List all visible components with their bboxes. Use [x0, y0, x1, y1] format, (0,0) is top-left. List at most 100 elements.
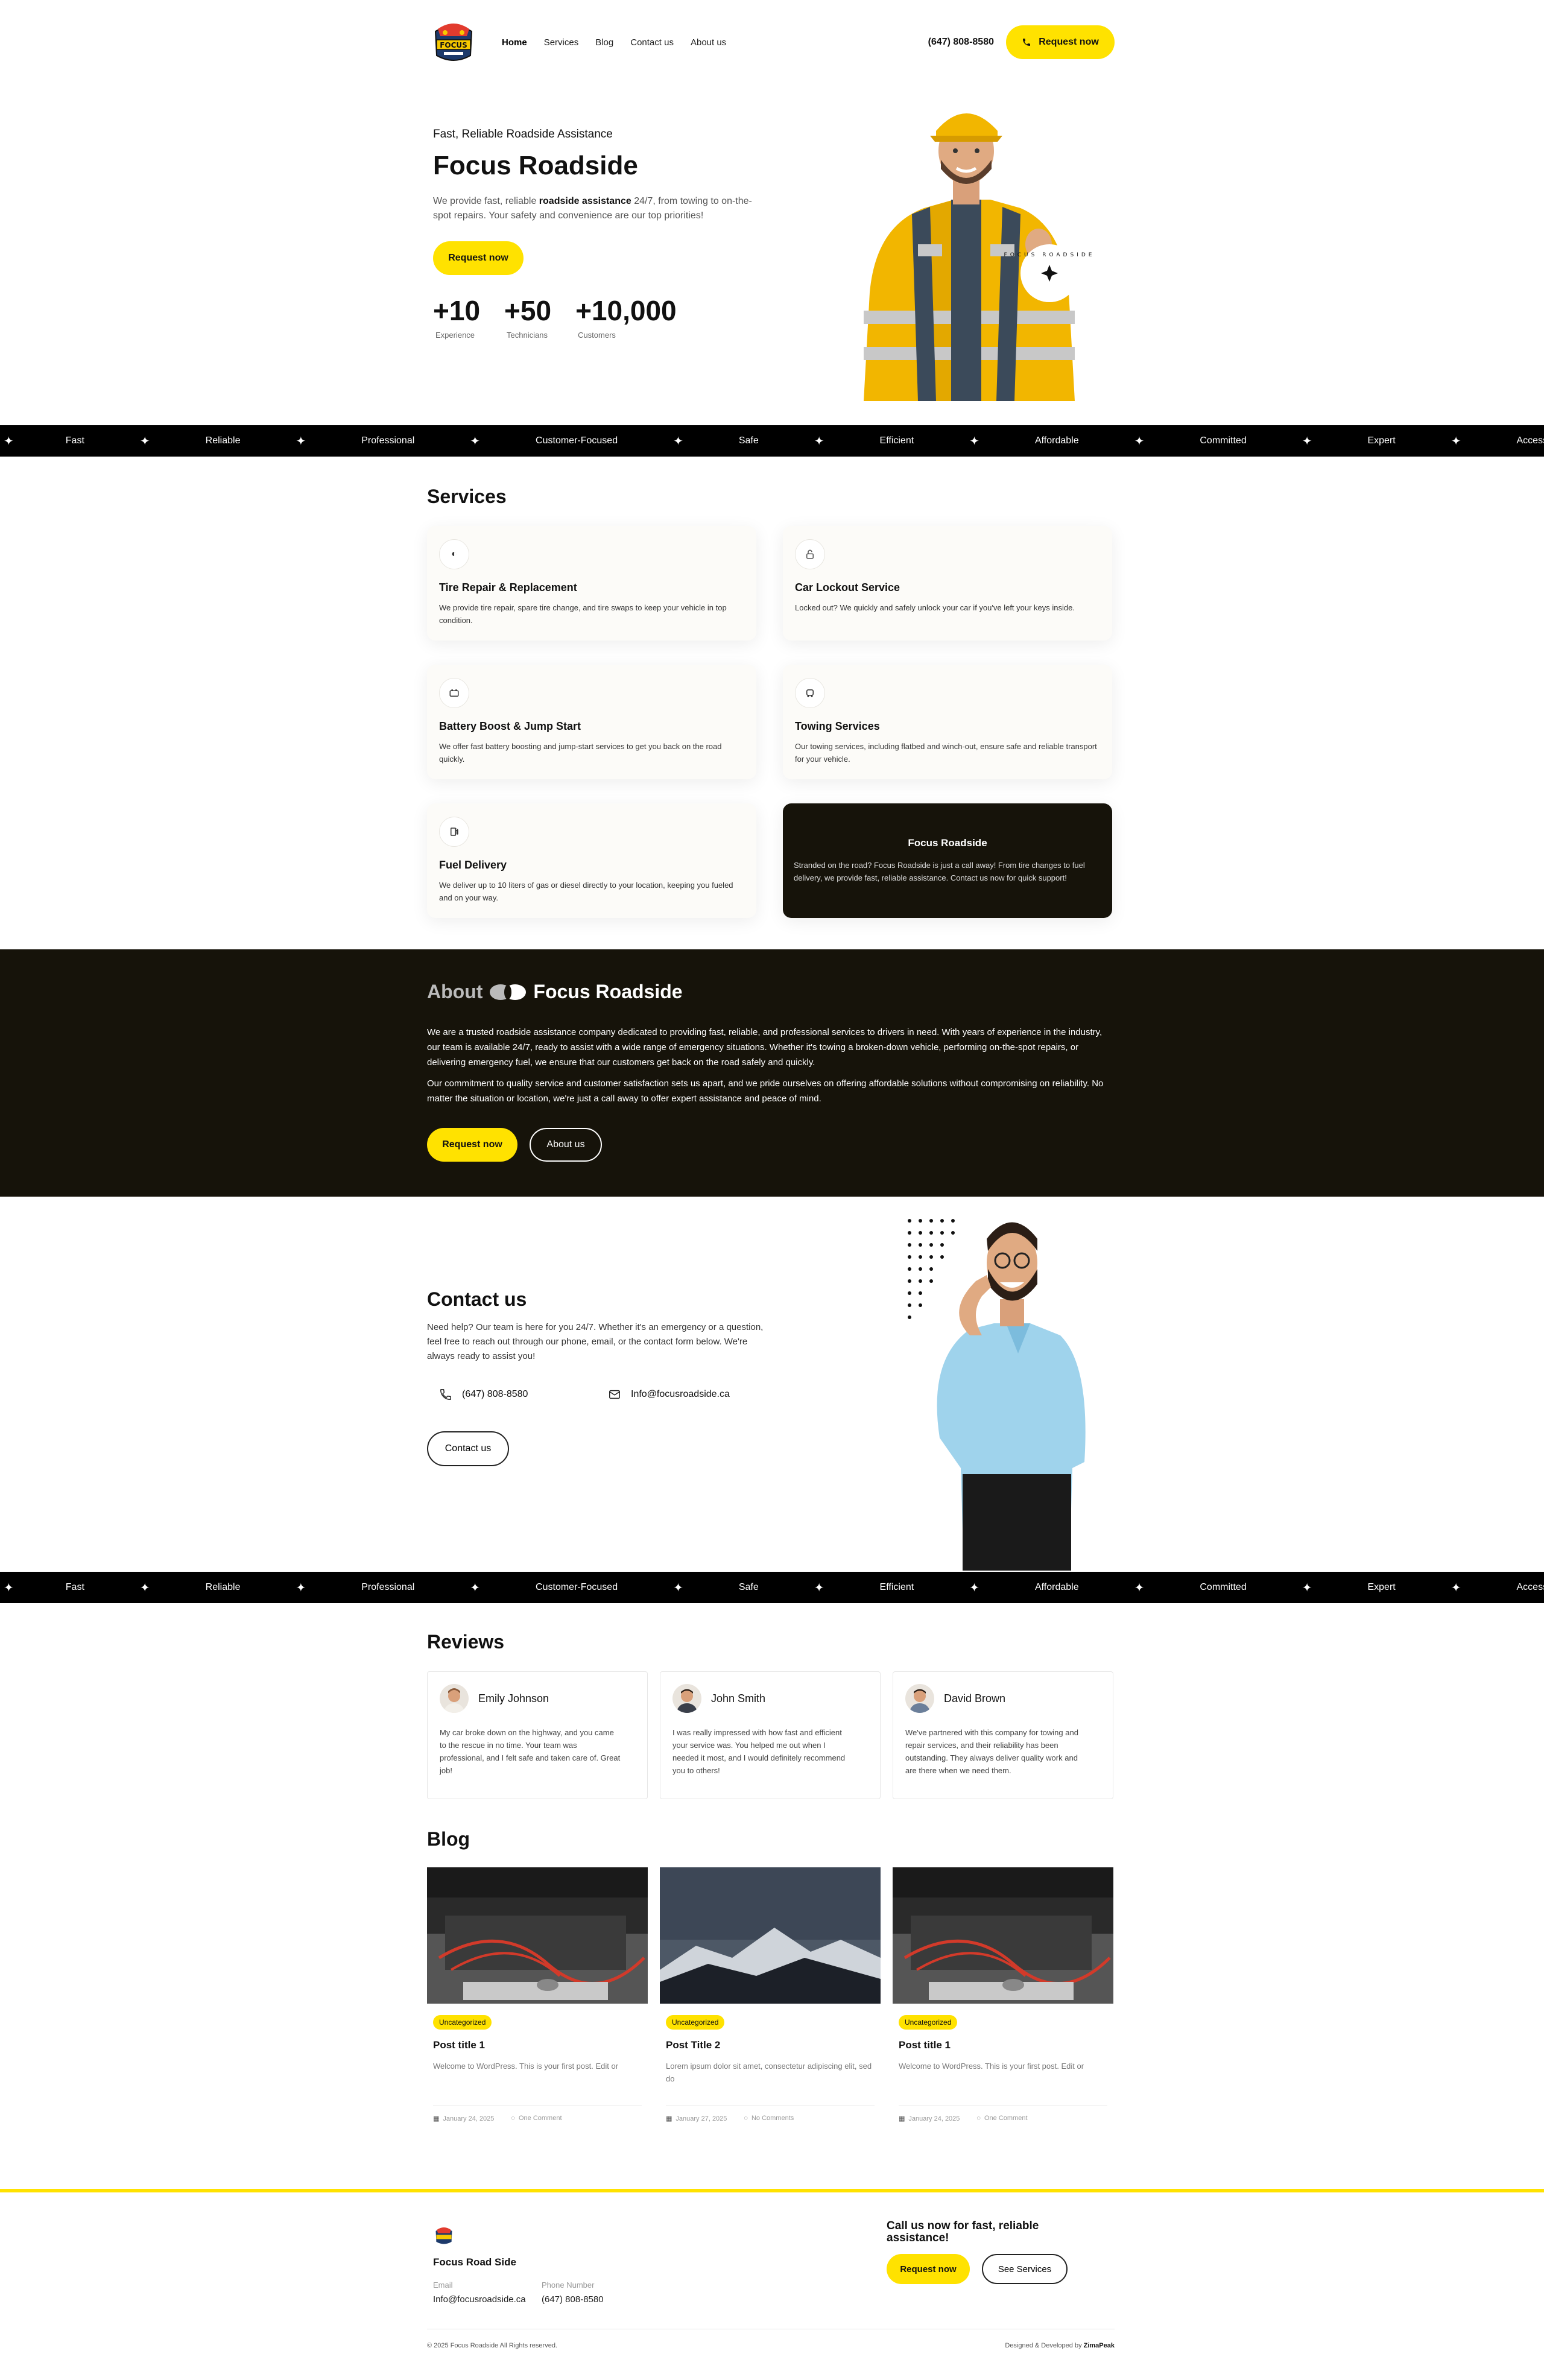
- post-excerpt: Welcome to WordPress. This is your first…: [899, 2062, 1084, 2071]
- service-card-battery[interactable]: Battery Boost & Jump Start We offer fast…: [427, 665, 756, 779]
- footer-services-button[interactable]: See Services: [982, 2254, 1068, 2284]
- sparkle-icon: ✦: [1451, 1581, 1461, 1595]
- contact-email[interactable]: Info@focusroadside.ca: [596, 1388, 765, 1401]
- ticker-item: Customer-Focused: [536, 435, 618, 446]
- tire-icon: ◐: [439, 539, 469, 569]
- about-us-button[interactable]: About us: [530, 1128, 602, 1162]
- header-request-button[interactable]: Request now: [1006, 25, 1115, 59]
- highlight-description: Stranded on the road? Focus Roadside is …: [794, 861, 1085, 882]
- nav-contact[interactable]: Contact us: [630, 37, 674, 48]
- contact-phone[interactable]: (647) 808-8580: [427, 1388, 596, 1401]
- nav-services[interactable]: Services: [544, 37, 579, 48]
- ticker-item: Efficient: [879, 435, 914, 446]
- hero-stats: +10 Experience +50 Technicians +10,000 C…: [433, 294, 771, 340]
- about-paragraph: We are a trusted roadside assistance com…: [427, 1027, 1103, 1068]
- blog-post-card[interactable]: Uncategorized Post Title 2 Lorem ipsum d…: [660, 1867, 881, 2122]
- services-title: Services: [427, 486, 507, 507]
- about-title-prefix: About: [427, 981, 483, 1002]
- footer-request-button[interactable]: Request now: [887, 2254, 970, 2284]
- stat-value: +50: [504, 295, 552, 326]
- hero-section: Fast, Reliable Roadside Assistance Focus…: [0, 84, 1544, 425]
- post-title[interactable]: Post title 1: [899, 2039, 1107, 2051]
- focus-logo[interactable]: [433, 2225, 455, 2247]
- credit-link[interactable]: ZimaPeak: [1084, 2342, 1115, 2349]
- ticker-item: Affordable: [1034, 1582, 1079, 1592]
- sparkle-icon: ✦: [139, 434, 150, 448]
- avatar: [672, 1684, 701, 1713]
- category-badge[interactable]: Uncategorized: [433, 2015, 492, 2030]
- sparkle-icon: ✦: [673, 1581, 683, 1595]
- post-date: ▦ January 27, 2025: [666, 2115, 727, 2122]
- category-badge[interactable]: Uncategorized: [899, 2015, 958, 2030]
- sparkle-icon: ✦: [4, 1581, 14, 1595]
- footer-email-value[interactable]: Info@focusroadside.ca: [433, 2294, 526, 2305]
- post-image-engine[interactable]: [427, 1867, 648, 2004]
- service-description: We offer fast battery boosting and jump-…: [439, 742, 722, 764]
- service-name: Car Lockout Service: [795, 581, 900, 593]
- service-highlight-card: Focus Roadside Stranded on the road? Foc…: [783, 803, 1112, 918]
- footer-phone-label: Phone Number: [542, 2280, 595, 2290]
- ticker-item: Expert: [1367, 435, 1396, 446]
- focus-logo[interactable]: FOCUS: [429, 18, 478, 66]
- hero-request-button[interactable]: Request now: [433, 241, 524, 275]
- ticker-item: Customer-Focused: [536, 1582, 618, 1592]
- service-card-lockout[interactable]: Car Lockout Service Locked out? We quick…: [783, 526, 1112, 641]
- sparkle-icon: ✦: [814, 1581, 824, 1595]
- service-card-tire[interactable]: ◐ Tire Repair & Replacement We provide t…: [427, 526, 756, 641]
- post-image-engine[interactable]: [893, 1867, 1113, 2004]
- contact-us-button[interactable]: Contact us: [427, 1431, 509, 1466]
- nav-about[interactable]: About us: [691, 37, 726, 48]
- hero-title: Focus Roadside: [433, 151, 638, 180]
- service-card-fuel[interactable]: Fuel Delivery We deliver up to 10 liters…: [427, 803, 756, 918]
- about-title-main: Focus Roadside: [533, 981, 683, 1002]
- ticker-item: Reliable: [205, 1582, 241, 1592]
- reviewer-name: John Smith: [711, 1692, 766, 1704]
- sparkle-icon: ✦: [296, 434, 306, 448]
- avatar: [905, 1684, 934, 1713]
- post-comments[interactable]: ◌ One Comment: [976, 2115, 1027, 2122]
- footer-phone-value[interactable]: (647) 808-8580: [542, 2294, 604, 2305]
- blog-post-card[interactable]: Uncategorized Post title 1 Welcome to Wo…: [893, 1867, 1113, 2122]
- highlight-title: Focus Roadside: [908, 837, 987, 849]
- nav-home[interactable]: Home: [502, 37, 527, 48]
- review-card: Emily Johnson My car broke down on the h…: [427, 1671, 648, 1799]
- footer-cta-title: Call us now for fast, reliable assistanc…: [887, 2220, 1039, 2244]
- post-date: ▦ January 24, 2025: [433, 2115, 495, 2122]
- service-card-towing[interactable]: Towing Services Our towing services, inc…: [783, 665, 1112, 779]
- phone-icon: [440, 1389, 451, 1400]
- svg-text:FOCUS ROADSIDE: FOCUS ROADSIDE: [1004, 252, 1093, 258]
- post-title[interactable]: Post Title 2: [666, 2039, 875, 2051]
- blog-section: Blog Uncategorized Post title 1 Welcome …: [0, 1799, 1544, 2189]
- category-badge[interactable]: Uncategorized: [666, 2015, 725, 2030]
- post-image-mountains[interactable]: [660, 1867, 881, 2004]
- svg-text:FOCUS: FOCUS: [440, 41, 467, 49]
- post-comments[interactable]: ◌ No Comments: [744, 2115, 794, 2122]
- stat-technicians: +50 Technicians: [504, 294, 551, 340]
- sparkle-icon: ✦: [4, 434, 14, 448]
- sparkle-icon: ✦: [969, 1581, 979, 1595]
- about-section: About Focus Roadside We are a trusted ro…: [0, 949, 1544, 1197]
- comment-icon: ◌: [976, 2115, 981, 2122]
- post-excerpt: Lorem ipsum dolor sit amet, consectetur …: [666, 2062, 872, 2083]
- header-phone[interactable]: (647) 808-8580: [928, 37, 994, 48]
- ticker-item: Professional: [361, 435, 415, 446]
- ticker-item: Fast: [65, 1582, 84, 1592]
- nav-blog[interactable]: Blog: [595, 37, 613, 48]
- ticker-item: Committed: [1200, 1582, 1247, 1592]
- footer-email: Email Info@focusroadside.ca: [433, 2280, 526, 2305]
- post-comments[interactable]: ◌ One Comment: [511, 2115, 562, 2122]
- stat-value: +10: [433, 295, 481, 326]
- review-text: We've partnered with this company for to…: [905, 1728, 1078, 1775]
- about-title: About Focus Roadside: [427, 981, 1115, 1003]
- footer-phone: Phone Number (647) 808-8580: [542, 2280, 604, 2305]
- review-card: John Smith I was really impressed with h…: [660, 1671, 881, 1799]
- stat-label: Technicians: [507, 331, 548, 340]
- blog-post-card[interactable]: Uncategorized Post title 1 Welcome to Wo…: [427, 1867, 648, 2122]
- reviews-title: Reviews: [427, 1631, 505, 1653]
- post-title[interactable]: Post title 1: [433, 2039, 642, 2051]
- stat-label: Experience: [435, 331, 475, 340]
- about-request-button[interactable]: Request now: [427, 1128, 517, 1162]
- contact-description: Need help? Our team is here for you 24/7…: [427, 1322, 764, 1361]
- service-name: Battery Boost & Jump Start: [439, 720, 581, 732]
- reviewer-name: David Brown: [944, 1692, 1006, 1704]
